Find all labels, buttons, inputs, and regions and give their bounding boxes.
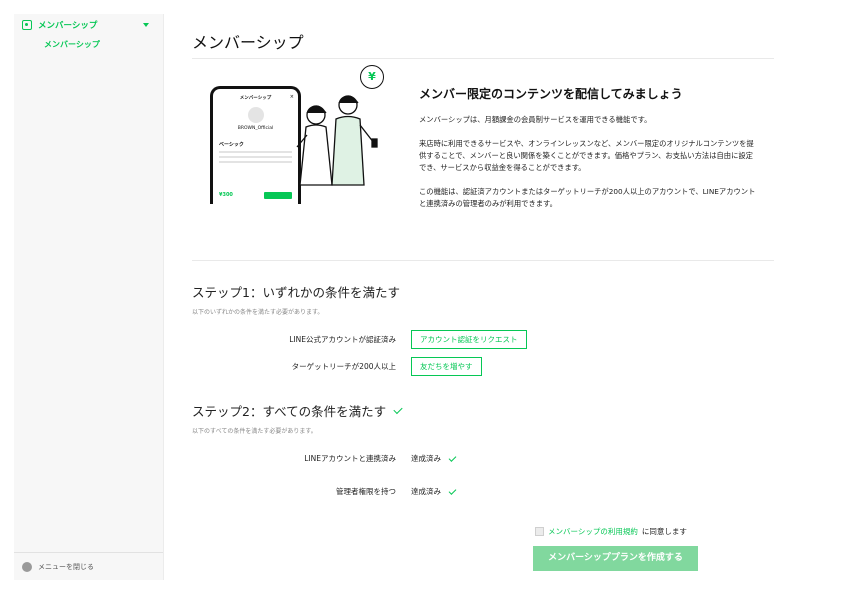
check-icon <box>448 486 457 495</box>
step1-subtitle: 以下のいずれかの条件を満たす必要があります。 <box>192 309 324 316</box>
create-plan-button[interactable]: メンバーシッププランを作成する <box>533 546 698 571</box>
info-icon <box>22 561 32 572</box>
terms-suffix: に同意します <box>641 527 687 536</box>
sidebar-item-membership[interactable]: メンバーシップ <box>14 39 163 50</box>
sidebar: メンバーシップ メンバーシップ メニューを閉じる <box>14 14 164 580</box>
phone-price: ¥300 <box>219 192 233 198</box>
avatar <box>247 107 264 123</box>
condition-row: LINEアカウントと連携済み 達成済み <box>192 445 774 472</box>
step2-title: ステップ2：すべての条件を満たす <box>192 401 774 420</box>
terms-link[interactable]: メンバーシップの利用規約 <box>548 526 638 537</box>
terms-agreement: メンバーシップの利用規約 に同意します <box>535 526 687 537</box>
step1-section: ステップ1：いずれかの条件を満たす 以下のいずれかの条件を満たす必要があります。… <box>192 282 774 380</box>
condition-status-text: 達成済み <box>411 454 441 463</box>
request-verification-button[interactable]: アカウント認証をリクエスト <box>411 330 527 349</box>
condition-status-text: 達成済み <box>411 487 441 496</box>
hero-text: メンバー限定のコンテンツを配信してみましょう メンバーシップは、月額課金の会員制… <box>419 85 759 222</box>
condition-label: LINE公式アカウントが認証済み <box>289 335 396 344</box>
terms-checkbox[interactable] <box>535 527 544 536</box>
condition-label: 管理者権限を持つ <box>336 487 396 496</box>
close-menu-button[interactable]: メニューを閉じる <box>14 552 163 580</box>
step1-title: ステップ1：いずれかの条件を満たす <box>192 282 774 301</box>
condition-label: LINEアカウントと連携済み <box>304 454 396 463</box>
sidebar-section-label: メンバーシップ <box>38 21 98 31</box>
yen-bubble: ¥ <box>360 65 384 89</box>
step1-title-text: ステップ1：いずれかの条件を満たす <box>192 285 400 300</box>
condition-row: 管理者権限を持つ 達成済み <box>192 478 774 505</box>
condition-status: 達成済み <box>411 486 457 497</box>
condition-row: LINE公式アカウントが認証済み アカウント認証をリクエスト <box>192 326 774 353</box>
page-title: メンバーシップ <box>192 33 304 52</box>
step2-section: ステップ2：すべての条件を満たす 以下のすべての条件を満たす必要があります。 L… <box>192 401 774 505</box>
condition-label: ターゲットリーチが200人以上 <box>291 362 396 371</box>
hero-section: メンバーシップ × BROWN_Official ベーシック ¥300 ¥ メン… <box>192 59 774 260</box>
hero-paragraph: 来店時に利用できるサービスや、オンラインレッスンなど、メンバー限定のオリジナルコ… <box>419 139 754 172</box>
increase-friends-button[interactable]: 友だちを増やす <box>411 357 482 376</box>
sidebar-section-membership[interactable]: メンバーシップ <box>14 14 163 36</box>
main-content: メンバーシップ メンバーシップ × BROWN_Official ベーシック ¥… <box>192 28 774 505</box>
hero-paragraph: メンバーシップは、月額課金の会員制サービスを運用できる機能です。 <box>419 115 652 124</box>
step2-subtitle: 以下のすべての条件を満たす必要があります。 <box>192 428 317 435</box>
condition-row: ターゲットリーチが200人以上 友だちを増やす <box>192 353 774 380</box>
hero-heading: メンバー限定のコンテンツを配信してみましょう <box>419 87 683 101</box>
step2-title-text: ステップ2：すべての条件を満たす <box>192 404 387 419</box>
divider <box>192 260 774 261</box>
hero-paragraph: この機能は、認証済アカウントまたはターゲットリーチが200人以上のアカウントで、… <box>419 187 756 208</box>
check-icon <box>393 404 403 415</box>
membership-icon <box>22 20 32 30</box>
chevron-down-icon[interactable] <box>143 23 149 27</box>
condition-status: 達成済み <box>411 453 457 464</box>
close-menu-label: メニューを閉じる <box>38 562 94 571</box>
check-icon <box>448 453 457 462</box>
